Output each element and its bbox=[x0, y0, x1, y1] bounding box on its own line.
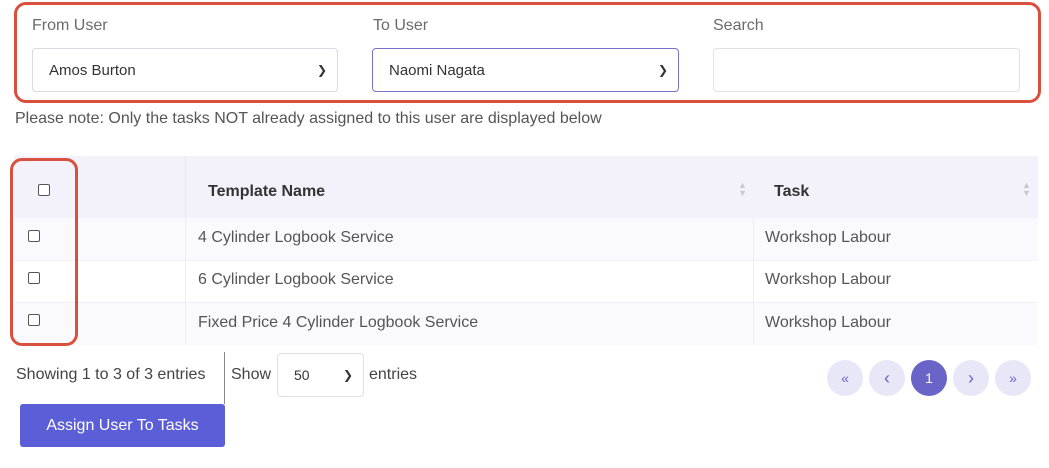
row-divider bbox=[14, 260, 1038, 261]
last-page-button[interactable]: » bbox=[995, 360, 1031, 396]
showing-entries-info: Showing 1 to 3 of 3 entries bbox=[16, 366, 206, 383]
chevron-down-icon: ❯ bbox=[657, 63, 668, 77]
footer-divider bbox=[224, 352, 225, 404]
next-page-button[interactable]: › bbox=[953, 360, 989, 396]
first-page-button[interactable]: « bbox=[827, 360, 863, 396]
template-name-cell: 6 Cylinder Logbook Service bbox=[198, 271, 394, 288]
from-user-label: From User bbox=[32, 17, 108, 34]
assign-user-to-tasks-button[interactable]: Assign User To Tasks bbox=[20, 404, 225, 447]
column-header-template-name[interactable]: Template Name bbox=[208, 183, 325, 201]
template-name-cell: Fixed Price 4 Cylinder Logbook Service bbox=[198, 314, 479, 331]
assignment-note: Please note: Only the tasks NOT already … bbox=[15, 110, 602, 127]
checkbox-column-highlight bbox=[10, 158, 78, 346]
to-user-select[interactable]: Naomi Nagata ❯ bbox=[372, 48, 679, 92]
chevron-down-icon: ❯ bbox=[316, 63, 327, 77]
previous-page-button[interactable]: ‹ bbox=[869, 360, 905, 396]
to-user-value: Naomi Nagata bbox=[389, 61, 485, 79]
sort-icon[interactable]: ▲ ▼ bbox=[1022, 181, 1031, 198]
column-divider bbox=[753, 218, 754, 345]
from-user-value: Amos Burton bbox=[49, 61, 136, 79]
sort-icon[interactable]: ▲ ▼ bbox=[738, 181, 747, 198]
column-header-task[interactable]: Task bbox=[774, 183, 809, 201]
page-1-button[interactable]: 1 bbox=[911, 360, 947, 396]
chevron-down-icon: ❯ bbox=[342, 368, 353, 382]
entries-label: entries bbox=[369, 366, 418, 383]
column-divider bbox=[185, 218, 186, 345]
page-size-select[interactable]: 50 ❯ bbox=[277, 353, 364, 397]
table-header bbox=[14, 156, 1038, 218]
template-name-cell: 4 Cylinder Logbook Service bbox=[198, 229, 394, 246]
show-label: Show bbox=[231, 366, 272, 383]
page-size-value: 50 bbox=[294, 367, 310, 383]
row-divider bbox=[14, 302, 1038, 303]
search-label: Search bbox=[713, 17, 764, 34]
task-cell: Workshop Labour bbox=[765, 271, 891, 288]
header-divider bbox=[185, 156, 186, 218]
to-user-label: To User bbox=[373, 17, 429, 34]
task-cell: Workshop Labour bbox=[765, 314, 891, 331]
from-user-select[interactable]: Amos Burton ❯ bbox=[32, 48, 338, 92]
task-cell: Workshop Labour bbox=[765, 229, 891, 246]
search-input[interactable] bbox=[713, 48, 1020, 92]
